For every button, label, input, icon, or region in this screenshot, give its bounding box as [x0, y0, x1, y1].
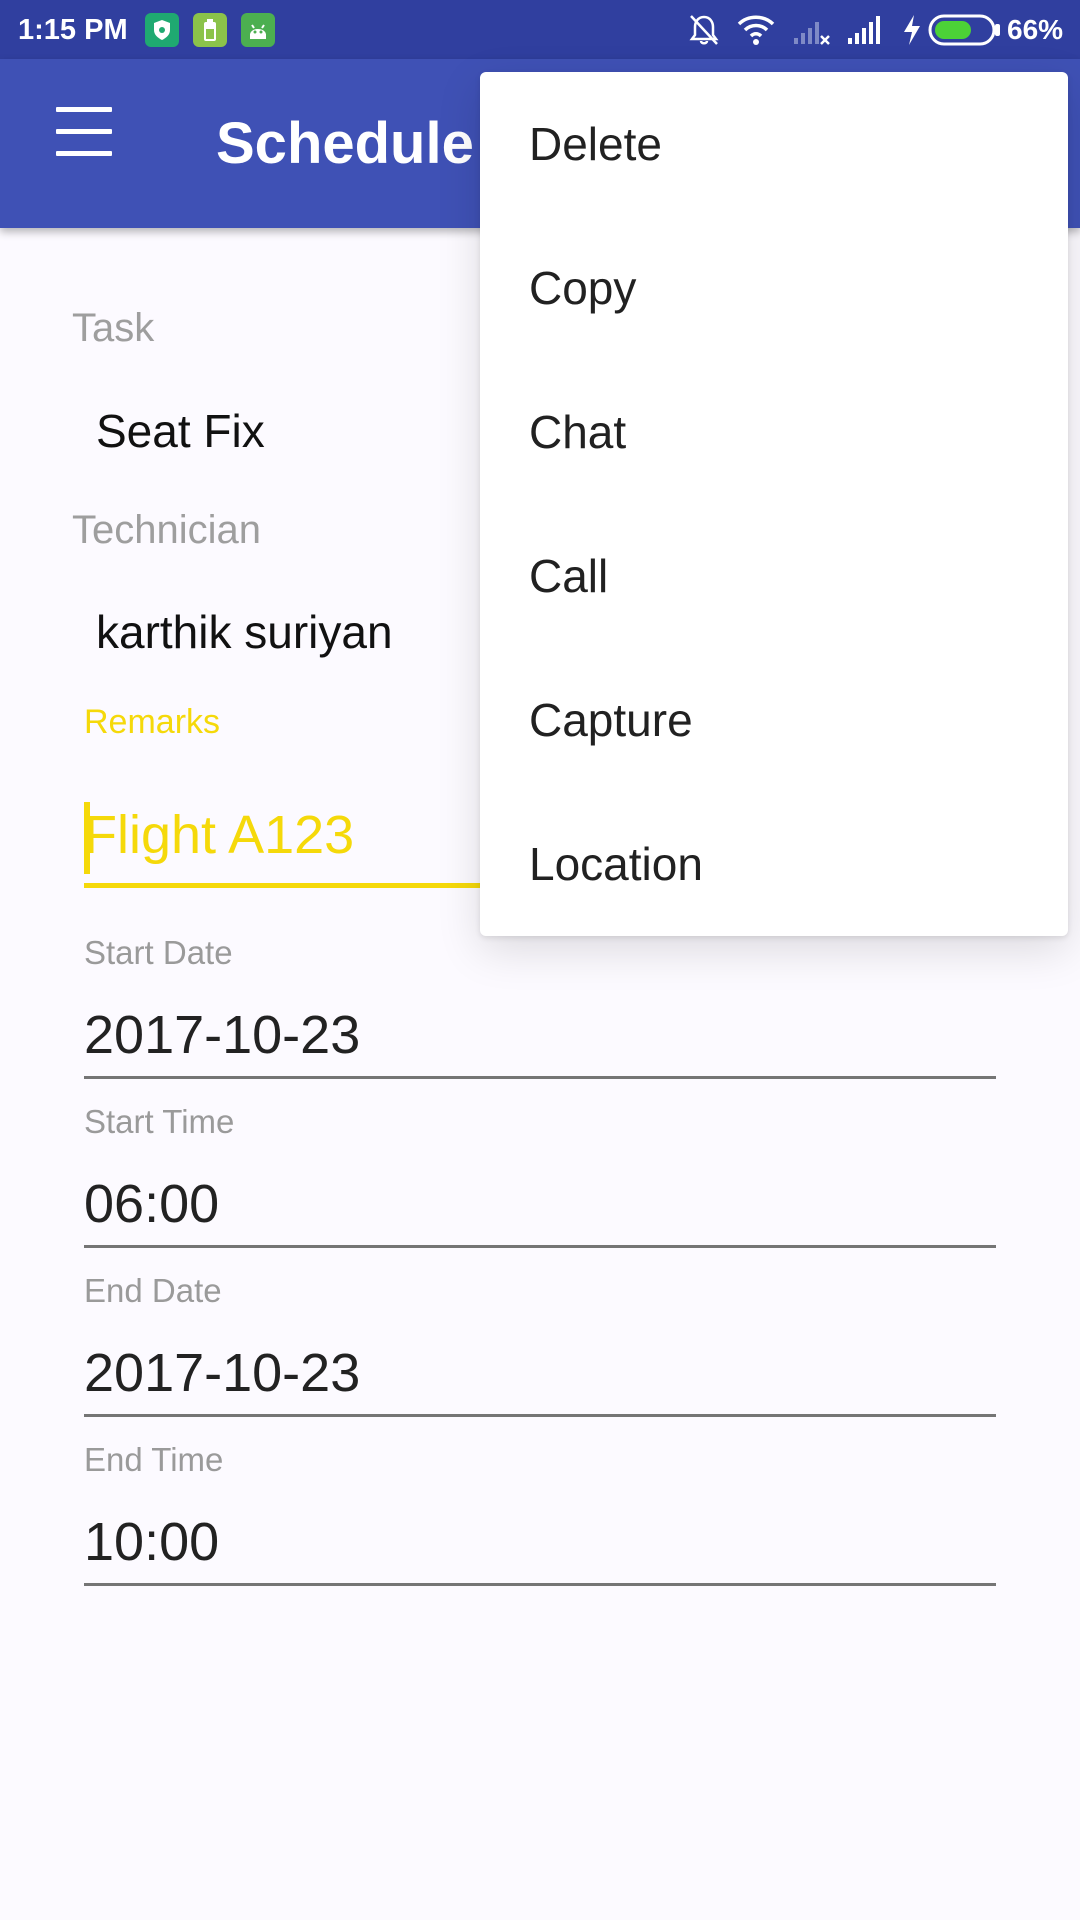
- page-title: Schedule: [216, 111, 474, 176]
- menu-item-chat[interactable]: Chat: [480, 360, 1068, 504]
- signal-no-service-icon: [794, 22, 830, 45]
- overflow-menu: Delete Copy Chat Call Capture Location: [480, 72, 1068, 936]
- menu-item-label: Location: [529, 838, 703, 890]
- bell-muted-icon: [689, 15, 719, 45]
- status-time: 1:15 PM: [18, 14, 128, 46]
- battery-icon: [928, 14, 1000, 46]
- start-date-label: Start Date: [84, 934, 233, 971]
- menu-item-label: Call: [529, 550, 609, 602]
- menu-item-label: Chat: [529, 406, 627, 458]
- battery-notification-icon: [193, 13, 227, 47]
- menu-item-label: Capture: [529, 694, 693, 746]
- menu-item-label: Copy: [529, 262, 637, 314]
- menu-item-delete[interactable]: Delete: [480, 72, 1068, 216]
- menu-item-label: Delete: [529, 118, 662, 170]
- charging-icon: [904, 15, 920, 45]
- battery-percent: 66%: [1007, 14, 1064, 45]
- end-date-label: End Date: [84, 1272, 222, 1309]
- wifi-icon: [737, 15, 775, 45]
- status-bar: 1:15 PM 66%: [0, 0, 1080, 59]
- task-value[interactable]: Seat Fix: [96, 404, 265, 458]
- technician-value[interactable]: karthik suriyan: [96, 605, 393, 659]
- shield-notification-icon: [145, 13, 179, 47]
- android-notification-icon: [241, 13, 275, 47]
- start-time-label: Start Time: [84, 1103, 235, 1140]
- end-time-label: End Time: [84, 1441, 224, 1478]
- start-time-field[interactable]: 06:00: [84, 1163, 996, 1248]
- remarks-value: Flight A123: [84, 805, 355, 865]
- menu-item-copy[interactable]: Copy: [480, 216, 1068, 360]
- text-cursor: [84, 802, 90, 874]
- task-label: Task: [72, 306, 155, 350]
- menu-item-call[interactable]: Call: [480, 504, 1068, 648]
- end-time-field[interactable]: 10:00: [84, 1501, 996, 1586]
- start-date-field[interactable]: 2017-10-23: [84, 994, 996, 1079]
- remarks-label: Remarks: [84, 703, 221, 741]
- end-date-field[interactable]: 2017-10-23: [84, 1332, 996, 1417]
- menu-item-location[interactable]: Location: [480, 792, 1068, 936]
- signal-icon: [848, 16, 880, 44]
- menu-item-capture[interactable]: Capture: [480, 648, 1068, 792]
- technician-label: Technician: [72, 508, 262, 552]
- hamburger-menu-icon[interactable]: [36, 97, 132, 169]
